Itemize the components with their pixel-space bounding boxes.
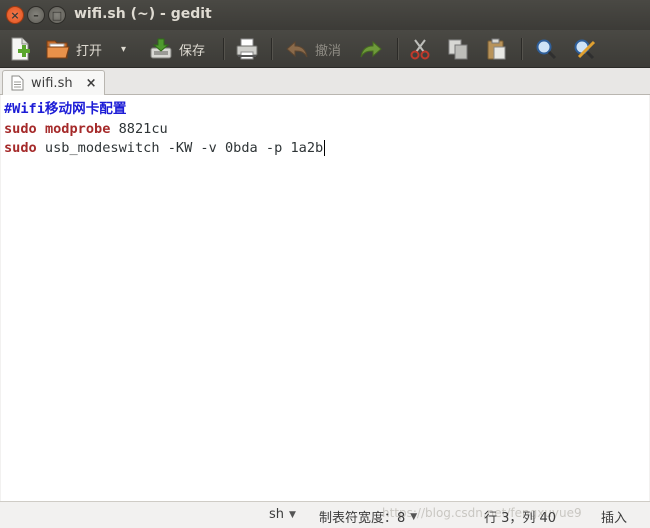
toolbar: 打开 ▾ 保存 撤消 xyxy=(0,30,650,68)
open-button-label: 打开 xyxy=(76,43,103,59)
copy-icon xyxy=(448,39,468,60)
text-cursor xyxy=(324,140,326,156)
keyword-sudo: sudo xyxy=(4,121,37,137)
undo-icon xyxy=(286,40,308,58)
language-label: sh xyxy=(269,507,285,522)
find-replace-icon xyxy=(574,39,596,60)
language-selector[interactable]: sh ▼ xyxy=(269,507,296,522)
document-tab-bar: wifi.sh × xyxy=(0,68,650,95)
window-close-button[interactable]: × xyxy=(6,6,24,24)
code-text: 8821cu xyxy=(110,121,168,137)
undo-button-label: 撤消 xyxy=(315,43,342,59)
tab-wifi-sh[interactable]: wifi.sh × xyxy=(2,70,105,95)
window-title: wifi.sh (~) - gedit xyxy=(74,6,212,22)
text-editor-area[interactable]: #Wifi移动网卡配置 sudo modprobe 8821cu sudo us… xyxy=(1,95,649,501)
print-button[interactable] xyxy=(235,35,259,63)
code-line: #Wifi移动网卡配置 xyxy=(4,99,126,119)
copy-button[interactable] xyxy=(447,35,469,63)
chevron-down-icon: ▼ xyxy=(410,511,418,522)
cursor-position: 行 3，列 40 xyxy=(484,507,556,526)
open-folder-icon xyxy=(46,40,70,59)
window-maximize-button[interactable]: □ xyxy=(48,6,66,24)
insert-mode-label: 插入 xyxy=(601,511,628,526)
toolbar-separator xyxy=(397,38,399,60)
find-button[interactable] xyxy=(535,35,557,63)
title-bar: × – □ wifi.sh (~) - gedit xyxy=(0,0,650,30)
tab-label: wifi.sh xyxy=(31,75,73,91)
toolbar-separator xyxy=(223,38,225,60)
open-button[interactable]: 打开 xyxy=(46,35,102,63)
redo-button[interactable] xyxy=(359,35,383,63)
save-icon xyxy=(150,38,172,59)
paste-button[interactable] xyxy=(485,35,507,63)
find-replace-button[interactable] xyxy=(573,35,597,63)
code-text: usb_modeswitch -KW -v 0bda -p 1a2b xyxy=(36,140,324,156)
toolbar-separator xyxy=(271,38,273,60)
cursor-position-label: 行 3，列 40 xyxy=(484,511,557,526)
text-file-icon xyxy=(11,75,24,91)
paste-icon xyxy=(487,38,506,60)
printer-icon xyxy=(236,38,258,60)
tab-width-label: 制表符宽度：8 xyxy=(319,511,406,526)
save-button[interactable]: 保存 xyxy=(149,35,205,63)
new-document-icon xyxy=(11,37,30,61)
save-button-label: 保存 xyxy=(179,43,206,59)
insert-mode-indicator[interactable]: 插入 xyxy=(601,507,627,526)
tab-width-selector[interactable]: 制表符宽度：8 ▼ xyxy=(319,507,417,526)
redo-icon xyxy=(360,40,382,58)
chevron-down-icon: ▼ xyxy=(289,509,296,520)
open-recent-dropdown[interactable]: ▾ xyxy=(121,35,126,63)
status-bar: https://blog.csdn.net/fengxuyue9 sh ▼ 制表… xyxy=(0,501,650,528)
cut-button[interactable] xyxy=(409,35,431,63)
window-minimize-button[interactable]: – xyxy=(27,6,45,24)
scissors-icon xyxy=(410,39,430,60)
new-document-button[interactable] xyxy=(9,35,31,63)
search-icon xyxy=(536,39,557,60)
toolbar-separator xyxy=(521,38,523,60)
code-line: sudo modprobe 8821cu xyxy=(4,119,168,139)
tab-close-icon[interactable]: × xyxy=(86,76,97,91)
comment-text: #Wifi移动网卡配置 xyxy=(4,101,127,117)
keyword-sudo: sudo xyxy=(4,140,37,156)
keyword-modprobe: modprobe xyxy=(44,121,111,137)
code-line: sudo usb_modeswitch -KW -v 0bda -p 1a2b xyxy=(4,138,326,158)
undo-button[interactable]: 撤消 xyxy=(285,35,341,63)
